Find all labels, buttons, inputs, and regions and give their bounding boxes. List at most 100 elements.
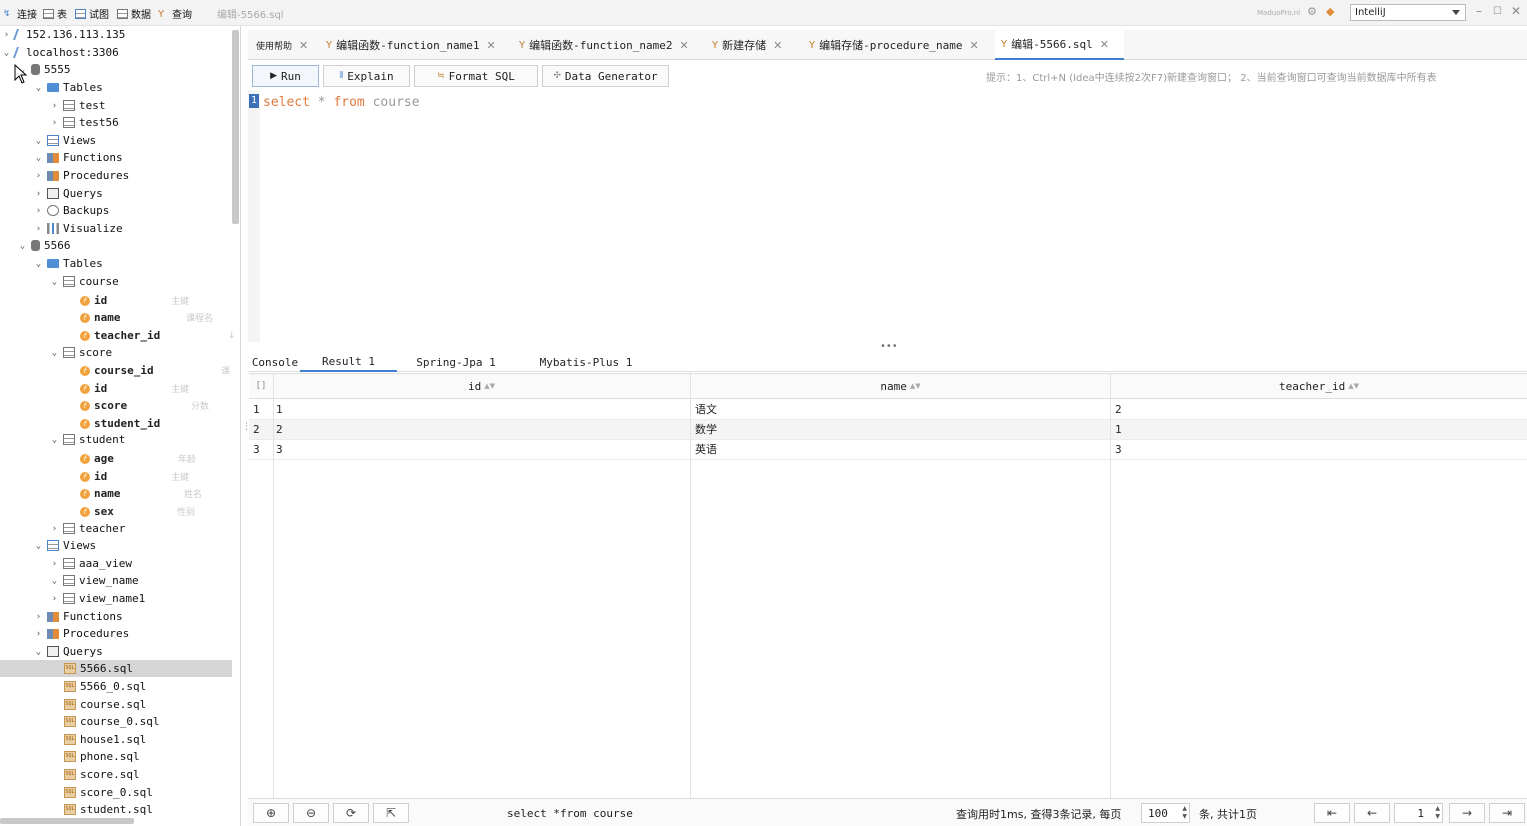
page-size-stepper[interactable]: 100 ▲ ▼ [1141,803,1190,823]
table-cell[interactable]: 英语 [695,439,717,459]
tab-spring-jpa[interactable]: Spring-Jpa 1 [408,352,504,372]
tree-query-file[interactable]: SQL course.sql [64,696,240,713]
tree-table-test[interactable]: › test [50,97,240,114]
tab-console[interactable]: Console [250,352,300,372]
tab-new-procedure[interactable]: Y 新建存储 ✕ [706,30,788,60]
table-row[interactable] [249,400,1527,420]
chevron-right-icon[interactable]: › [50,524,59,534]
tree-query-file-selected[interactable]: SQL 5566.sql [0,660,232,677]
tree-folder-procedures[interactable]: › Procedures [34,625,240,642]
add-row-button[interactable]: ⊕ [253,803,289,823]
sql-code-line[interactable]: select * from course [263,95,420,110]
sort-icon[interactable]: ▲▼ [484,382,495,390]
tree-table-teacher[interactable]: › teacher [50,520,240,537]
first-page-button[interactable]: ⇤ [1314,803,1350,823]
table-cell[interactable]: 1 [1115,419,1122,439]
tree-folder-functions[interactable]: ⌄ Functions [34,149,240,166]
chevron-right-icon[interactable]: › [34,224,43,234]
chevron-down-icon[interactable]: ⌄ [34,541,43,551]
close-icon[interactable]: ✕ [773,39,782,52]
tree-db-5566[interactable]: ⌄ 5566 [18,237,240,254]
tree-field[interactable]: f score 分数 [80,397,240,414]
close-window-button[interactable]: ✕ [1511,4,1521,18]
tree-connection-local[interactable]: ⌄ localhost:3306 [2,44,234,61]
query-button[interactable]: Y 查询 [158,6,192,22]
table-cell[interactable]: 2 [1115,399,1122,419]
table-cell[interactable]: 语文 [695,399,717,419]
refresh-button[interactable]: ⟳ [333,803,369,823]
chevron-down-icon[interactable]: ⌄ [2,48,11,58]
sort-icon[interactable]: ▲▼ [910,382,921,390]
table-cell[interactable]: 3 [1115,439,1122,459]
tree-field[interactable]: f student_id [80,415,240,432]
tab-5566-sql[interactable]: Y 编辑-5566.sql ✕ [995,30,1124,60]
tree-query-file[interactable]: SQL student.sql [64,801,240,818]
table-row[interactable] [249,440,1527,460]
tree-folder-views[interactable]: ⌄ Views [34,132,240,149]
plugin-icon[interactable]: ◆ [1326,5,1334,18]
column-header-teacher-id[interactable]: teacher_id ▲▼ [1111,374,1527,399]
column-header-name[interactable]: name ▲▼ [691,374,1110,399]
tree-query-file[interactable]: SQL phone.sql [64,748,240,765]
chevron-down-icon[interactable]: ⌄ [34,136,43,146]
chevron-right-icon[interactable]: › [50,559,59,569]
tree-folder-functions[interactable]: › Functions [34,608,240,625]
tree-table-student[interactable]: ⌄ student [50,431,240,448]
tree-folder-tables[interactable]: ⌄ Tables [34,255,240,272]
table-cell[interactable]: 2 [276,419,283,439]
explain-button[interactable]: ⫴ Explain [323,65,410,87]
close-icon[interactable]: ✕ [1100,38,1109,51]
chevron-right-icon[interactable]: › [34,189,43,199]
chevron-right-icon[interactable]: › [50,101,59,111]
tree-field[interactable]: f id 主键 [80,292,240,309]
tree-view-item[interactable]: › view_name1 [50,590,240,607]
chevron-down-icon[interactable]: ⌄ [50,435,59,445]
chevron-right-icon[interactable]: › [50,118,59,128]
settings-icon[interactable]: ⚙ [1307,5,1317,18]
delete-row-button[interactable]: ⊖ [293,803,329,823]
chevron-down-icon[interactable]: ⌄ [50,576,59,586]
tree-field[interactable]: f name 课程名 [80,309,240,326]
tree-table-score[interactable]: ⌄ score [50,344,240,361]
column-header-id[interactable]: id ▲▼ [273,374,690,399]
format-sql-button[interactable]: ≒ Format SQL [414,65,538,87]
tree-view-item[interactable]: › aaa_view [50,555,240,572]
tree-folder-visualize[interactable]: › Visualize [34,220,240,237]
tree-field[interactable]: f course_id 课 [80,362,240,379]
chevron-down-icon[interactable]: ⌄ [18,241,27,251]
page-number-stepper[interactable]: 1 ▲ ▼ [1394,803,1443,823]
tab-function-name1[interactable]: Y 编辑函数-function_name1 ✕ [320,30,502,60]
close-icon[interactable]: ✕ [679,39,688,52]
tree-field[interactable]: f name 姓名 [80,485,240,502]
stepper-arrows-icon[interactable]: ▲ ▼ [1435,805,1440,821]
tree-field[interactable]: f age 年龄 [80,450,240,467]
tree-folder-views[interactable]: ⌄ Views [34,537,240,554]
view-button[interactable]: 试图 [75,6,109,21]
chevron-down-icon[interactable]: ⌄ [34,647,43,657]
tree-db-5555[interactable]: ⌄ 5555 [18,61,240,78]
close-icon[interactable]: ✕ [486,39,495,52]
chevron-down-icon[interactable]: ⌄ [50,277,59,287]
chevron-right-icon[interactable]: › [50,594,59,604]
chevron-down-icon[interactable]: ⌄ [34,83,43,93]
sidebar-horizontal-scrollbar[interactable] [0,818,134,824]
data-generator-button[interactable]: ✣ Data Generator [542,65,669,87]
connect-button[interactable]: ↯ 连接 [3,6,37,22]
tab-procedure-name[interactable]: Y 编辑存储-procedure_name ✕ [803,30,985,60]
tree-query-file[interactable]: SQL score.sql [64,766,240,783]
chevron-right-icon[interactable]: › [34,629,43,639]
stepper-arrows-icon[interactable]: ▲ ▼ [1182,805,1187,821]
sort-icon[interactable]: ▲▼ [1348,382,1359,390]
tree-query-file[interactable]: SQL course_0.sql [64,713,240,730]
table-cell[interactable]: 数学 [695,419,717,439]
tab-help[interactable]: 使用帮助 ✕ [250,30,314,60]
export-button[interactable]: ⇱ [373,803,409,823]
tree-folder-backups[interactable]: › Backups [34,202,240,219]
tree-query-file[interactable]: SQL score_0.sql [64,784,240,801]
tree-field[interactable]: f id 主键 [80,468,240,485]
minimize-button[interactable]: – [1476,4,1482,18]
tree-folder-procedures[interactable]: › Procedures [34,167,240,184]
sql-editor[interactable]: 1 select * from course [248,90,1527,342]
tree-folder-querys[interactable]: › Querys [34,185,240,202]
last-page-button[interactable]: ⇥ [1489,803,1525,823]
